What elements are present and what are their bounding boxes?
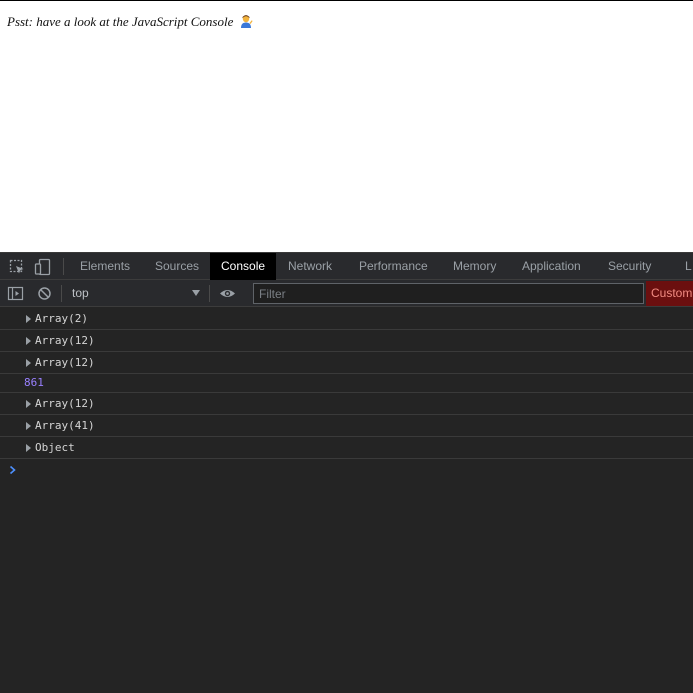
sidebar-toggle-icon[interactable] bbox=[7, 285, 24, 302]
inspected-page: Psst: have a look at the JavaScript Cons… bbox=[0, 0, 693, 252]
tab-elements[interactable]: Elements bbox=[69, 253, 141, 280]
console-row: 861 bbox=[0, 374, 693, 393]
console-prompt-line[interactable] bbox=[0, 459, 693, 481]
toolbar-separator bbox=[209, 285, 210, 302]
filter-input[interactable] bbox=[253, 283, 644, 304]
tabbar-separator bbox=[63, 258, 64, 275]
tab-performance[interactable]: Performance bbox=[348, 253, 439, 280]
expand-triangle-icon[interactable] bbox=[26, 444, 31, 452]
console-row[interactable]: Array(12) bbox=[0, 330, 693, 352]
eye-icon[interactable] bbox=[219, 285, 236, 302]
page-message-text: Psst: have a look at the JavaScript Cons… bbox=[7, 14, 234, 29]
expand-triangle-icon[interactable] bbox=[26, 400, 31, 408]
tab-console[interactable]: Console bbox=[210, 253, 277, 280]
expand-triangle-icon[interactable] bbox=[26, 337, 31, 345]
devtools-panel: Elements Sources Console Network Perform… bbox=[0, 252, 693, 693]
console-row-text: Array(2) bbox=[35, 312, 88, 325]
context-selector-label: top bbox=[72, 286, 89, 300]
prompt-chevron-icon bbox=[9, 465, 16, 475]
tab-application[interactable]: Application bbox=[511, 253, 592, 280]
log-levels-dropdown[interactable]: Custom bbox=[646, 281, 693, 306]
tab-sources[interactable]: Sources bbox=[144, 253, 210, 280]
devtools-tabbar: Elements Sources Console Network Perform… bbox=[0, 253, 693, 280]
dropdown-arrow-icon bbox=[192, 290, 200, 296]
toolbar-separator bbox=[61, 285, 62, 302]
console-row[interactable]: Array(41) bbox=[0, 415, 693, 437]
device-toolbar-icon[interactable] bbox=[34, 258, 52, 276]
expand-triangle-icon[interactable] bbox=[26, 422, 31, 430]
tab-network[interactable]: Network bbox=[277, 253, 343, 280]
person-tipping-hand-icon bbox=[240, 15, 253, 28]
tab-security[interactable]: Security bbox=[597, 253, 662, 280]
console-row[interactable]: Object bbox=[0, 437, 693, 459]
console-row-text: Array(12) bbox=[35, 356, 95, 369]
console-row-text: Object bbox=[35, 441, 75, 454]
console-toolbar: top Custom bbox=[0, 280, 693, 307]
context-selector[interactable]: top bbox=[66, 280, 204, 307]
expand-triangle-icon[interactable] bbox=[26, 359, 31, 367]
tab-memory[interactable]: Memory bbox=[442, 253, 507, 280]
console-row[interactable]: Array(12) bbox=[0, 352, 693, 374]
expand-triangle-icon[interactable] bbox=[26, 315, 31, 323]
clear-console-icon[interactable] bbox=[36, 285, 53, 302]
page-message: Psst: have a look at the JavaScript Cons… bbox=[7, 14, 253, 30]
console-row[interactable]: Array(2) bbox=[0, 308, 693, 330]
console-row-text: Array(12) bbox=[35, 334, 95, 347]
console-row-text: Array(41) bbox=[35, 419, 95, 432]
console-row[interactable]: Array(12) bbox=[0, 393, 693, 415]
tab-overflow[interactable]: L bbox=[674, 253, 693, 280]
inspect-element-icon[interactable] bbox=[8, 258, 26, 276]
console-row-text: Array(12) bbox=[35, 397, 95, 410]
console-number-value: 861 bbox=[24, 376, 44, 389]
console-output: Array(2) Array(12) Array(12) 861 Array(1… bbox=[0, 308, 693, 481]
